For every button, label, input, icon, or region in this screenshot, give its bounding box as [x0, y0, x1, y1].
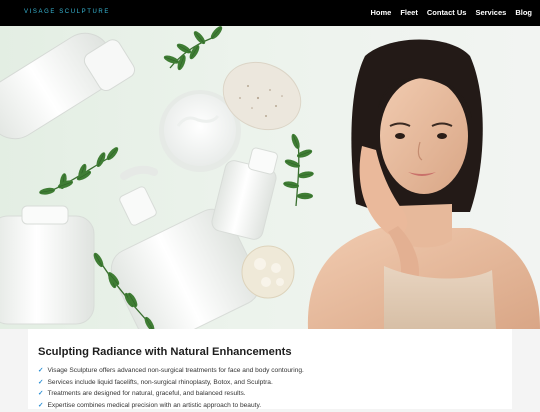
nav-home[interactable]: Home	[371, 8, 392, 17]
checkmark-icon: ✓	[38, 402, 44, 409]
bottle-left	[0, 206, 94, 324]
main-menu: Home Fleet Contact Us Services Blog	[371, 8, 533, 17]
hero-illustration	[0, 26, 540, 329]
nav-contact-us[interactable]: Contact Us	[427, 8, 467, 17]
checkmark-icon: ✓	[38, 390, 44, 397]
loofah	[242, 246, 294, 298]
section-title: Sculpting Radiance with Natural Enhancem…	[38, 346, 292, 358]
hero-image	[0, 26, 540, 329]
top-navbar: VISAGE SCULPTURE Home Fleet Contact Us S…	[0, 0, 540, 26]
nav-fleet[interactable]: Fleet	[400, 8, 418, 17]
leaf-sprig-top	[163, 26, 224, 71]
nav-services[interactable]: Services	[475, 8, 506, 17]
checkmark-icon: ✓	[38, 367, 44, 374]
list-item: ✓Services include liquid facelifts, non-…	[38, 378, 304, 390]
content-card: Sculpting Radiance with Natural Enhancem…	[28, 329, 512, 409]
list-item: ✓Visage Sculpture offers advanced non-su…	[38, 366, 304, 378]
brand-logo[interactable]: VISAGE SCULPTURE	[24, 9, 110, 15]
leaf-sprig-left	[39, 145, 120, 195]
checkmark-icon: ✓	[38, 379, 44, 386]
feature-list: ✓Visage Sculpture offers advanced non-su…	[38, 366, 304, 412]
bottle-top-left	[0, 26, 138, 149]
leaf-sprig-right	[283, 133, 315, 206]
list-item: ✓Expertise combines medical precision wi…	[38, 401, 304, 412]
list-item: ✓Treatments are designed for natural, gr…	[38, 389, 304, 401]
model-portrait	[308, 40, 540, 330]
nav-blog[interactable]: Blog	[515, 8, 532, 17]
